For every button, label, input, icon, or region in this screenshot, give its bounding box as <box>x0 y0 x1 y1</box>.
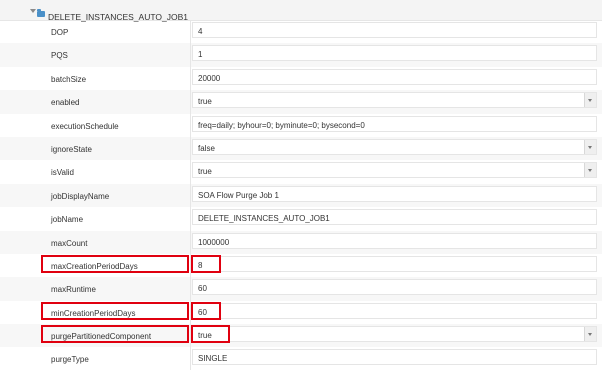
highlight-box <box>41 254 189 273</box>
highlight-box <box>191 301 221 320</box>
property-row-maxcreationperioddays: maxCreationPeriodDays 8 <box>0 254 602 277</box>
expand-triangle-icon[interactable] <box>30 9 36 13</box>
highlight-box <box>41 325 189 344</box>
property-label: isValid <box>51 168 74 178</box>
maxcreationperioddays-input[interactable]: 8 <box>192 255 597 272</box>
property-value: 20000 <box>198 73 221 83</box>
properties-table: DOP 4 PQS 1 batchSize 20000 enabled true… <box>0 20 602 371</box>
property-value: freq=daily; byhour=0; byminute=0; byseco… <box>198 120 365 130</box>
property-row-isvalid: isValid true <box>0 160 602 183</box>
property-value: 1 <box>198 50 203 60</box>
purgetype-input[interactable]: SINGLE <box>192 349 597 366</box>
executionschedule-input[interactable]: freq=daily; byhour=0; byminute=0; byseco… <box>192 115 597 132</box>
highlight-box <box>191 325 230 344</box>
property-label: DOP <box>51 28 69 37</box>
highlight-box <box>191 254 221 273</box>
property-row-purgetype: purgeType SINGLE <box>0 347 602 370</box>
mincreationperioddays-input[interactable]: 60 <box>192 302 597 319</box>
chevron-down-icon[interactable] <box>584 93 596 108</box>
enabled-select[interactable]: true <box>192 92 597 109</box>
property-row-dop: DOP 4 <box>0 20 602 43</box>
maxruntime-input[interactable]: 60 <box>192 279 597 296</box>
chevron-down-icon[interactable] <box>584 327 596 342</box>
property-value: 60 <box>198 284 207 294</box>
property-label: enabled <box>51 98 80 108</box>
property-row-pqs: PQS 1 <box>0 43 602 67</box>
dop-input[interactable]: 4 <box>192 22 597 38</box>
chevron-down-icon[interactable] <box>584 139 596 154</box>
folder-icon <box>37 9 45 17</box>
isvalid-select[interactable]: true <box>192 162 597 179</box>
property-value: true <box>198 167 212 177</box>
purgepartitionedcomponent-select[interactable]: true <box>192 326 597 343</box>
property-row-enabled: enabled true <box>0 90 602 114</box>
property-row-ignorestate: ignoreState false <box>0 136 602 161</box>
ignorestate-select[interactable]: false <box>192 138 597 155</box>
highlight-box <box>41 301 189 320</box>
property-row-maxcount: maxCount 1000000 <box>0 230 602 254</box>
property-label: purgeType <box>51 355 89 365</box>
jobdisplayname-input[interactable]: SOA Flow Purge Job 1 <box>192 185 597 202</box>
property-value: DELETE_INSTANCES_AUTO_JOB1 <box>198 214 330 224</box>
column-divider <box>190 20 191 370</box>
property-row-jobname: jobName DELETE_INSTANCES_AUTO_JOB1 <box>0 207 602 230</box>
property-label: jobName <box>51 215 84 225</box>
property-label: ignoreState <box>51 144 92 154</box>
property-value: SINGLE <box>198 354 228 364</box>
property-label: maxRuntime <box>51 285 96 295</box>
property-value: 1000000 <box>198 237 230 247</box>
property-label: batchSize <box>51 74 87 84</box>
property-row-jobdisplayname: jobDisplayName SOA Flow Purge Job 1 <box>0 183 602 208</box>
property-row-executionschedule: executionSchedule freq=daily; byhour=0; … <box>0 114 602 137</box>
batchsize-input[interactable]: 20000 <box>192 68 597 85</box>
property-label: jobDisplayName <box>51 191 110 201</box>
property-row-batchsize: batchSize 20000 <box>0 67 602 90</box>
chevron-down-icon[interactable] <box>584 163 596 178</box>
maxcount-input[interactable]: 1000000 <box>192 232 597 249</box>
property-row-maxruntime: maxRuntime 60 <box>0 277 602 301</box>
jobname-input[interactable]: DELETE_INSTANCES_AUTO_JOB1 <box>192 209 597 226</box>
tree-node-header[interactable]: DELETE_INSTANCES_AUTO_JOB1 <box>0 0 602 22</box>
property-value: true <box>198 97 212 107</box>
property-row-purgepartitionedcomponent: purgePartitionedComponent true <box>0 324 602 348</box>
property-row-mincreationperioddays: minCreationPeriodDays 60 <box>0 301 602 324</box>
property-label: executionSchedule <box>51 121 119 131</box>
pqs-input[interactable]: 1 <box>192 45 597 62</box>
property-label: PQS <box>51 51 68 61</box>
property-value: false <box>198 143 215 153</box>
property-label: maxCount <box>51 238 88 248</box>
property-value: 4 <box>198 27 203 36</box>
property-value: SOA Flow Purge Job 1 <box>198 190 279 200</box>
